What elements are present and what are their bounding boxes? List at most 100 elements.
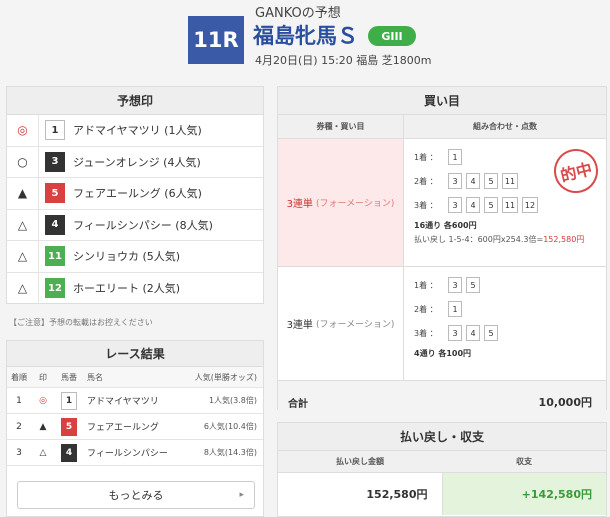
prediction-marks-panel: 予想印 ◎ 1 アドマイヤマツリ (1人気) ○ 3 ジューンオレンジ (4人気) ▲ 5 フェ… (6, 86, 264, 304)
combo-number: 12 (522, 197, 538, 213)
bet-type: 3連単 (286, 199, 313, 210)
bet-summary: 16通り 各600円 (414, 221, 477, 230)
combo-number: 4 (466, 325, 480, 341)
results-col-name: 馬名 (87, 372, 103, 382)
results-col-num: 馬番 (61, 372, 77, 382)
bets-header-row: 券種・買い目 組み合わせ・点数 (278, 115, 606, 139)
bet-payout-formula: 払い戻し 1-5-4：600円x254.3倍= (414, 235, 544, 244)
combo-number: 4 (466, 173, 480, 189)
race-name: 福島牝馬Ｓ (253, 24, 358, 48)
result-horse-number: 1 (61, 391, 77, 410)
bet-row: 3連単 (フォーメーション) 1着 ： 1 2着 ： 3 4 5 11 3着 ： 3 4 5 11 12 16… (278, 139, 606, 267)
bet-row: 3連単 (フォーメーション) 1着 ： 3 5 2着 ： 1 3着 ： 3 4 5 4通り 各100円 (278, 267, 606, 381)
total-row: 合計 10,000円 (278, 381, 606, 423)
combo-number: 3 (448, 325, 462, 341)
bet-type: 3連単 (286, 320, 313, 331)
combo-number: 3 (448, 277, 462, 293)
bet-method: (フォーメーション) (315, 320, 395, 330)
payout-panel: 払い戻し・収支 払い戻し金額 収支 152,580円 +142,580円 (277, 422, 607, 517)
horse-name: シンリョウカ (5人気) (73, 250, 181, 264)
horse-number: 3 (45, 151, 65, 172)
mark-row: ◎ 1 アドマイヤマツリ (1人気) (7, 115, 263, 147)
horse-name: ホーエリート (2人気) (73, 282, 181, 296)
result-popularity: 6人気(10.4倍) (203, 422, 257, 431)
horse-name: フェアエールング (6人気) (73, 187, 202, 201)
combo-number: 5 (484, 197, 498, 213)
predictor-name: GANKOの予想 (255, 6, 341, 21)
bet-summary: 4通り 各100円 (414, 349, 472, 358)
mark-symbol: △ (7, 209, 39, 240)
combo-number: 1 (448, 149, 462, 165)
horse-name: フィールシンパシー (8人気) (73, 218, 213, 232)
results-col-mark: 印 (39, 372, 47, 382)
payout-header-row: 払い戻し金額 収支 (278, 451, 606, 473)
combo-number: 5 (484, 173, 498, 189)
result-horse-name: フェアエールング (87, 423, 159, 433)
result-horse-name: フィールシンパシー (87, 449, 168, 459)
result-mark: ▲ (39, 421, 47, 432)
chevron-right-icon: ▸ (239, 490, 244, 500)
result-num-cell: 5 (55, 417, 83, 436)
bet-type-cell: 3連単 (フォーメーション) (278, 139, 404, 266)
combo-number: 5 (466, 277, 480, 293)
horse-name: ジューンオレンジ (4人気) (73, 155, 201, 169)
result-num-cell: 1 (55, 391, 83, 410)
see-more-button[interactable]: もっとみる ▸ (17, 481, 255, 509)
combo-line-label: 1着 ： (414, 152, 438, 162)
result-num-cell: 4 (55, 443, 83, 462)
results-col-rank: 着順 (11, 372, 27, 382)
bets-col-type: 券種・買い目 (278, 115, 404, 138)
result-rank: 3 (16, 447, 22, 458)
result-horse-name: アドマイヤマツリ (87, 397, 159, 407)
horse-name: アドマイヤマツリ (1人気) (73, 124, 202, 138)
bet-type-cell: 3連単 (フォーメーション) (278, 267, 404, 380)
mark-symbol: ○ (7, 146, 39, 177)
prediction-marks-title: 予想印 (7, 87, 263, 115)
bets-col-combo: 組み合わせ・点数 (473, 122, 537, 131)
combo-line: 3着 ： 3 4 5 (414, 321, 606, 345)
bet-combo-cell: 1着 ： 3 5 2着 ： 1 3着 ： 3 4 5 4通り 各100円 (404, 267, 606, 380)
result-popularity: 8人気(14.3倍) (203, 448, 257, 457)
bet-combo-cell: 1着 ： 1 2着 ： 3 4 5 11 3着 ： 3 4 5 11 12 16通り 各600円 払い戻し … (404, 139, 606, 266)
combo-number: 1 (448, 301, 462, 317)
bets-title: 買い目 (278, 87, 606, 115)
result-mark: ◎ (39, 395, 47, 406)
horse-number: 1 (45, 120, 65, 141)
mark-row: ○ 3 ジューンオレンジ (4人気) (7, 146, 263, 178)
result-row: 2 ▲ 5 フェアエールング 6人気(10.4倍) (7, 414, 263, 440)
mark-symbol: ▲ (7, 178, 39, 209)
bet-payout: 払い戻し 1-5-4：600円x254.3倍=152,580円 (414, 234, 606, 245)
result-row: 1 ◎ 1 アドマイヤマツリ 1人気(3.8倍) (7, 388, 263, 414)
combo-number: 11 (502, 173, 518, 189)
combo-line-label: 3着 ： (414, 328, 438, 338)
horse-number: 4 (45, 214, 65, 235)
result-horse-number: 5 (61, 417, 77, 436)
mark-row: ▲ 5 フェアエールング (6人気) (7, 178, 263, 210)
refund-amount: 152,580円 (366, 488, 428, 501)
result-popularity: 1人気(3.8倍) (208, 396, 257, 405)
horse-number: 12 (45, 278, 65, 299)
result-rank: 2 (16, 421, 22, 432)
horse-number: 11 (45, 246, 65, 267)
result-rank: 1 (16, 395, 22, 406)
bets-panel: 買い目 券種・買い目 組み合わせ・点数 3連単 (フォーメーション) 1着 ： 1 2着… (277, 86, 607, 423)
combo-number: 5 (484, 325, 498, 341)
combo-line: 2着 ： 1 (414, 297, 606, 321)
total-label: 合計 (288, 398, 308, 410)
bet-method: (フォーメーション) (315, 199, 395, 209)
mark-row: △ 12 ホーエリート (2人気) (7, 272, 263, 304)
bet-payout-value: 152,580円 (543, 235, 585, 244)
payout-title: 払い戻し・収支 (278, 423, 606, 451)
mark-symbol: △ (7, 272, 39, 304)
combo-line-label: 1着 ： (414, 280, 438, 290)
race-results-panel: レース結果 着順 印 馬番 馬名 人気(単勝オッズ) 1 ◎ 1 アドマイヤマツリ 1人… (6, 340, 264, 517)
race-results-title: レース結果 (7, 341, 263, 367)
race-info: 4月20日(日) 15:20 福島 芝1800m (255, 54, 432, 67)
race-number-badge: 11R (188, 16, 244, 64)
total-value: 10,000円 (538, 396, 592, 409)
combo-line: 3着 ： 3 4 5 11 12 (414, 193, 606, 217)
horse-number: 5 (45, 183, 65, 204)
combo-number: 11 (502, 197, 518, 213)
payout-col-balance: 収支 (516, 457, 532, 466)
combo-line-label: 3着 ： (414, 200, 438, 210)
